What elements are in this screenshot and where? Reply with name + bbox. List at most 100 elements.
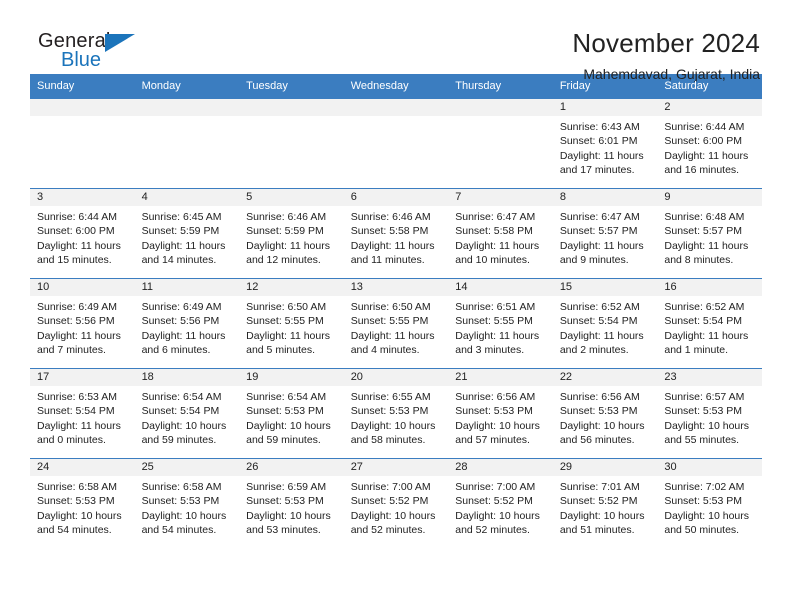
day-number: 22 xyxy=(552,369,658,386)
general-blue-logo[interactable]: General Blue xyxy=(30,28,156,78)
calendar-day-cell[interactable]: 19 Sunrise: 6:54 AM Sunset: 5:53 PM Dayligh… xyxy=(239,368,344,459)
day-detail-line: Daylight: 10 hours xyxy=(350,419,436,432)
calendar-day-cell[interactable]: 12 Sunrise: 6:50 AM Sunset: 5:55 PM Dayligh… xyxy=(239,278,344,369)
calendar-day-cell[interactable]: 27 Sunrise: 7:00 AM Sunset: 5:52 PM Dayligh… xyxy=(343,458,449,548)
day-detail-line: and 16 minutes. xyxy=(664,164,740,177)
calendar-body: 1 Sunrise: 6:43 AM Sunset: 6:01 PM Daylight… xyxy=(30,98,762,548)
day-detail-line: Daylight: 11 hours xyxy=(37,239,121,252)
day-detail-line: Daylight: 10 hours xyxy=(664,509,750,522)
day-detail-line: Daylight: 11 hours xyxy=(455,239,540,252)
day-detail-line: Sunrise: 6:49 AM xyxy=(141,301,222,313)
day-detail-line: Sunrise: 6:51 AM xyxy=(455,301,536,313)
day-detail-line: Daylight: 11 hours xyxy=(559,239,644,252)
calendar-day-cell[interactable]: 3 Sunrise: 6:44 AM Sunset: 6:00 PM Daylight… xyxy=(30,188,135,279)
day-detail-line: and 4 minutes. xyxy=(350,344,420,357)
day-details: Sunrise: 6:46 AM Sunset: 5:59 PM Daylight:… xyxy=(239,206,344,268)
day-details: Sunrise: 6:44 AM Sunset: 6:00 PM Daylight:… xyxy=(30,206,135,268)
day-number xyxy=(30,99,135,116)
calendar-day-cell[interactable]: 15 Sunrise: 6:52 AM Sunset: 5:54 PM Dayligh… xyxy=(552,278,658,369)
day-detail-line: Sunrise: 6:53 AM xyxy=(37,391,117,403)
day-detail-line: Sunset: 6:00 PM xyxy=(37,225,115,238)
day-details: Sunrise: 6:48 AM Sunset: 5:57 PM Daylight:… xyxy=(657,206,762,268)
day-detail-line: and 5 minutes. xyxy=(246,344,316,357)
day-number: 20 xyxy=(343,369,449,386)
calendar-day-cell[interactable]: 22 Sunrise: 6:56 AM Sunset: 5:53 PM Dayligh… xyxy=(552,368,658,459)
calendar-day-cell[interactable]: 29 Sunrise: 7:01 AM Sunset: 5:52 PM Dayligh… xyxy=(552,458,658,548)
calendar-day-cell[interactable]: 5 Sunrise: 6:46 AM Sunset: 5:59 PM Daylight… xyxy=(239,188,344,279)
day-detail-line: and 59 minutes. xyxy=(246,434,321,447)
day-details: Sunrise: 6:49 AM Sunset: 5:56 PM Daylight:… xyxy=(135,296,240,358)
day-number: 12 xyxy=(239,279,344,296)
day-detail-line: and 54 minutes. xyxy=(141,524,217,537)
day-detail-line: Daylight: 10 hours xyxy=(141,509,227,522)
calendar-day-cell[interactable]: 1 Sunrise: 6:43 AM Sunset: 6:01 PM Daylight… xyxy=(552,98,658,189)
calendar-day-cell[interactable]: 30 Sunrise: 7:02 AM Sunset: 5:53 PM Dayligh… xyxy=(657,458,762,548)
calendar-day-cell[interactable]: 8 Sunrise: 6:47 AM Sunset: 5:57 PM Daylight… xyxy=(552,188,658,279)
calendar-day-cell-empty xyxy=(343,98,449,189)
calendar-day-cell[interactable]: 28 Sunrise: 7:00 AM Sunset: 5:52 PM Dayligh… xyxy=(448,458,553,548)
day-detail-line: and 51 minutes. xyxy=(559,524,635,537)
day-detail-line: Sunrise: 6:44 AM xyxy=(37,211,117,223)
day-number: 18 xyxy=(134,369,240,386)
day-detail-line: Sunrise: 7:00 AM xyxy=(455,481,536,493)
day-detail-line: Sunrise: 6:49 AM xyxy=(37,301,117,313)
day-number: 2 xyxy=(657,99,762,116)
day-details: Sunrise: 6:55 AM Sunset: 5:53 PM Daylight:… xyxy=(344,386,449,448)
logo-text-blue: Blue xyxy=(61,49,102,71)
day-number xyxy=(134,99,240,116)
day-detail-line: Daylight: 11 hours xyxy=(141,329,226,342)
day-detail-line: Sunset: 5:55 PM xyxy=(455,315,533,328)
calendar-day-cell[interactable]: 24 Sunrise: 6:58 AM Sunset: 5:53 PM Dayligh… xyxy=(30,458,135,548)
day-details: Sunrise: 6:43 AM Sunset: 6:01 PM Daylight:… xyxy=(553,116,658,178)
day-detail-line: Sunset: 5:53 PM xyxy=(559,405,638,418)
calendar-day-cell[interactable]: 7 Sunrise: 6:47 AM Sunset: 5:58 PM Daylight… xyxy=(448,188,553,279)
calendar-day-cell[interactable]: 11 Sunrise: 6:49 AM Sunset: 5:56 PM Dayligh… xyxy=(134,278,240,369)
day-details: Sunrise: 6:44 AM Sunset: 6:00 PM Daylight:… xyxy=(657,116,762,178)
day-number: 8 xyxy=(552,189,658,206)
calendar-day-cell[interactable]: 4 Sunrise: 6:45 AM Sunset: 5:59 PM Daylight… xyxy=(134,188,240,279)
day-detail-line: Sunrise: 6:46 AM xyxy=(350,211,431,223)
calendar-day-cell-empty xyxy=(134,98,240,189)
calendar-day-cell[interactable]: 20 Sunrise: 6:55 AM Sunset: 5:53 PM Dayligh… xyxy=(343,368,449,459)
calendar-day-cell[interactable]: 14 Sunrise: 6:51 AM Sunset: 5:55 PM Dayligh… xyxy=(448,278,553,369)
day-detail-line: and 14 minutes. xyxy=(141,254,217,267)
calendar-day-cell[interactable]: 16 Sunrise: 6:52 AM Sunset: 5:54 PM Dayligh… xyxy=(657,278,762,369)
day-detail-line: Sunset: 5:55 PM xyxy=(246,315,324,328)
day-detail-line: Sunrise: 6:57 AM xyxy=(664,391,745,403)
calendar-day-cell[interactable]: 10 Sunrise: 6:49 AM Sunset: 5:56 PM Dayligh… xyxy=(30,278,135,369)
day-details: Sunrise: 6:49 AM Sunset: 5:56 PM Daylight:… xyxy=(30,296,135,358)
day-detail-line: Sunrise: 6:56 AM xyxy=(455,391,536,403)
calendar-day-cell[interactable]: 17 Sunrise: 6:53 AM Sunset: 5:54 PM Dayligh… xyxy=(30,368,135,459)
calendar-day-cell-empty xyxy=(448,98,553,189)
calendar-day-cell[interactable]: 26 Sunrise: 6:59 AM Sunset: 5:53 PM Dayligh… xyxy=(239,458,344,548)
day-details: Sunrise: 7:00 AM Sunset: 5:52 PM Daylight:… xyxy=(344,476,449,538)
day-detail-line: Sunrise: 7:00 AM xyxy=(350,481,431,493)
day-detail-line: Sunrise: 7:01 AM xyxy=(559,481,640,493)
day-number: 4 xyxy=(134,189,240,206)
day-number xyxy=(239,99,344,116)
calendar-day-cell[interactable]: 9 Sunrise: 6:48 AM Sunset: 5:57 PM Daylight… xyxy=(657,188,762,279)
calendar-day-cell[interactable]: 23 Sunrise: 6:57 AM Sunset: 5:53 PM Dayligh… xyxy=(657,368,762,459)
calendar-day-cell[interactable]: 6 Sunrise: 6:46 AM Sunset: 5:58 PM Daylight… xyxy=(343,188,449,279)
day-number: 6 xyxy=(343,189,449,206)
day-detail-line: and 9 minutes. xyxy=(559,254,629,267)
day-detail-line: and 6 minutes. xyxy=(141,344,211,357)
day-detail-line: Sunrise: 6:50 AM xyxy=(350,301,431,313)
day-details: Sunrise: 6:50 AM Sunset: 5:55 PM Daylight:… xyxy=(239,296,344,358)
day-detail-line: Daylight: 10 hours xyxy=(455,419,540,432)
day-detail-line: Sunrise: 6:46 AM xyxy=(246,211,327,223)
day-detail-line: Sunset: 5:52 PM xyxy=(455,495,533,508)
day-detail-line: Sunset: 5:52 PM xyxy=(559,495,638,508)
calendar-day-cell[interactable]: 25 Sunrise: 6:58 AM Sunset: 5:53 PM Dayligh… xyxy=(134,458,240,548)
calendar-day-cell[interactable]: 13 Sunrise: 6:50 AM Sunset: 5:55 PM Dayligh… xyxy=(343,278,449,369)
calendar-day-cell-empty xyxy=(239,98,344,189)
day-detail-line: Daylight: 10 hours xyxy=(246,419,331,432)
day-number: 23 xyxy=(657,369,762,386)
calendar-day-cell[interactable]: 18 Sunrise: 6:54 AM Sunset: 5:54 PM Dayligh… xyxy=(134,368,240,459)
day-number: 7 xyxy=(448,189,553,206)
calendar-day-cell[interactable]: 21 Sunrise: 6:56 AM Sunset: 5:53 PM Dayligh… xyxy=(448,368,553,459)
day-details xyxy=(135,116,240,120)
day-detail-line: Sunrise: 6:45 AM xyxy=(141,211,222,223)
day-number: 11 xyxy=(134,279,240,296)
calendar-day-cell[interactable]: 2 Sunrise: 6:44 AM Sunset: 6:00 PM Daylight… xyxy=(657,98,762,189)
